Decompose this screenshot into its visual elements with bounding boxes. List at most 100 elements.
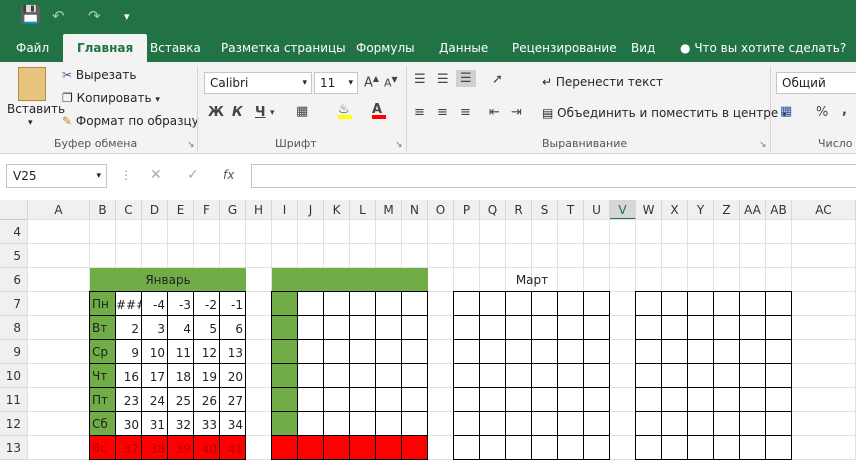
clipboard-launcher-icon[interactable]: ↘ xyxy=(187,140,195,150)
font-name-select[interactable]: Calibri ▾ xyxy=(204,72,312,94)
column-header-o[interactable]: O xyxy=(428,200,454,220)
tab-insert[interactable]: Вставка xyxy=(150,34,201,62)
underline-dropdown-icon[interactable]: ▾ xyxy=(270,108,275,118)
column-header-e[interactable]: E xyxy=(168,200,194,220)
row-header-11[interactable]: 11 xyxy=(0,388,28,412)
column-header-m[interactable]: M xyxy=(376,200,402,220)
march-title: Март xyxy=(515,273,549,287)
alignment-launcher-icon[interactable]: ↘ xyxy=(759,140,767,150)
column-header-c[interactable]: C xyxy=(116,200,142,220)
column-header-g[interactable]: G xyxy=(220,200,246,220)
increase-indent-icon[interactable]: ⇥ xyxy=(511,105,522,120)
bold-button[interactable]: Ж xyxy=(208,105,224,120)
tab-formulas[interactable]: Формулы xyxy=(356,34,415,62)
enter-icon[interactable]: ✓ xyxy=(187,167,199,183)
align-left-icon[interactable]: ≡ xyxy=(414,105,425,120)
italic-button[interactable]: К xyxy=(232,105,243,120)
row-header-6[interactable]: 6 xyxy=(0,268,28,292)
row-header-9[interactable]: 9 xyxy=(0,340,28,364)
copy-button[interactable]: ❐ Копировать ▾ xyxy=(62,91,160,105)
column-header-f[interactable]: F xyxy=(194,200,220,220)
column-header-w[interactable]: W xyxy=(636,200,662,220)
column-header-z[interactable]: Z xyxy=(714,200,740,220)
fill-color-icon[interactable]: ♨ xyxy=(338,102,352,119)
wrap-text-button[interactable]: ↵ Перенести текст xyxy=(542,75,663,89)
column-header-j[interactable]: J xyxy=(298,200,324,220)
align-center-icon[interactable]: ≡ xyxy=(437,105,448,120)
font-size-select[interactable]: 11 ▾ xyxy=(314,72,358,94)
row-header-5[interactable]: 5 xyxy=(0,244,28,268)
cut-button[interactable]: ✂ Вырезать xyxy=(62,68,136,82)
tab-view[interactable]: Вид xyxy=(631,34,655,62)
column-header-h[interactable]: H xyxy=(246,200,272,220)
separator xyxy=(770,66,771,152)
align-right-icon[interactable]: ≡ xyxy=(460,105,471,120)
table-border-h xyxy=(453,435,610,436)
column-header-x[interactable]: X xyxy=(662,200,688,220)
font-launcher-icon[interactable]: ↘ xyxy=(395,140,403,150)
align-top-icon[interactable]: ☰ xyxy=(414,72,426,87)
tab-data[interactable]: Данные xyxy=(439,34,488,62)
worksheet-grid[interactable]: A B C D E F G H I J K L M N O P Q R S T U V W X Y Z AA AB AC 4567891… xyxy=(0,200,856,460)
borders-icon[interactable]: ▦ xyxy=(296,104,308,119)
row-header-10[interactable]: 10 xyxy=(0,364,28,388)
percent-button[interactable]: % xyxy=(816,105,828,120)
column-header-a[interactable]: A xyxy=(28,200,90,220)
row-header-8[interactable]: 8 xyxy=(0,316,28,340)
align-middle-icon[interactable]: ☰ xyxy=(437,72,449,87)
tab-review[interactable]: Рецензирование xyxy=(512,34,617,62)
column-header-y[interactable]: Y xyxy=(688,200,714,220)
redo-icon[interactable]: ↷ xyxy=(88,7,101,25)
row-header-4[interactable]: 4 xyxy=(0,220,28,244)
column-header-s[interactable]: S xyxy=(532,200,558,220)
cancel-icon[interactable]: ✕ xyxy=(150,167,162,183)
currency-icon[interactable]: ▦ xyxy=(780,104,792,119)
column-header-p[interactable]: P xyxy=(454,200,480,220)
row-header-12[interactable]: 12 xyxy=(0,412,28,436)
column-header-d[interactable]: D xyxy=(142,200,168,220)
formula-input[interactable] xyxy=(251,164,856,188)
increase-font-icon[interactable]: A▲ xyxy=(364,74,379,90)
orientation-icon[interactable]: ➚ xyxy=(492,72,503,87)
paste-dropdown-icon[interactable]: ▾ xyxy=(28,118,33,128)
underline-button[interactable]: Ч xyxy=(255,105,266,120)
tab-file[interactable]: Файл xyxy=(16,34,49,62)
column-header-t[interactable]: T xyxy=(558,200,584,220)
insert-function-button[interactable]: fx xyxy=(223,168,234,182)
column-header-ab[interactable]: AB xyxy=(766,200,792,220)
january-day-cell: 12 xyxy=(201,346,217,360)
row-header-13[interactable]: 13 xyxy=(0,436,28,460)
column-header-k[interactable]: K xyxy=(324,200,350,220)
format-painter-button[interactable]: ✎ Формат по образцу xyxy=(62,114,199,128)
january-day-cell: -2 xyxy=(205,298,217,312)
column-header-aa[interactable]: AA xyxy=(740,200,766,220)
column-header-i[interactable]: I xyxy=(272,200,298,220)
customize-icon[interactable]: ▾ xyxy=(124,10,130,23)
column-header-ac[interactable]: AC xyxy=(792,200,856,220)
paste-button[interactable]: Вставить xyxy=(7,102,65,116)
undo-icon[interactable]: ↶ xyxy=(52,7,65,25)
tell-me-search[interactable]: ● Что вы хотите сделать? xyxy=(680,34,846,62)
row-header-7[interactable]: 7 xyxy=(0,292,28,316)
column-header-v[interactable]: V xyxy=(610,200,636,220)
column-header-l[interactable]: L xyxy=(350,200,376,220)
font-color-icon[interactable]: A xyxy=(372,102,386,119)
number-format-select[interactable]: Общий xyxy=(776,72,856,94)
column-header-r[interactable]: R xyxy=(506,200,532,220)
table-border-h xyxy=(271,291,428,292)
column-header-q[interactable]: Q xyxy=(480,200,506,220)
name-box[interactable]: V25 ▾ xyxy=(6,164,107,188)
decrease-font-icon[interactable]: A▼ xyxy=(384,75,398,90)
decrease-indent-icon[interactable]: ⇤ xyxy=(489,105,500,120)
column-header-n[interactable]: N xyxy=(402,200,428,220)
save-icon[interactable]: 💾 xyxy=(20,5,41,25)
gridline-h xyxy=(28,243,856,244)
merge-center-button[interactable]: ▤ Объединить и поместить в центре ▾ xyxy=(542,106,787,120)
align-bottom-icon[interactable]: ☰ xyxy=(456,70,476,87)
column-header-u[interactable]: U xyxy=(584,200,610,220)
column-header-b[interactable]: B xyxy=(90,200,116,220)
tab-page-layout[interactable]: Разметка страницы xyxy=(221,34,346,62)
tab-home[interactable]: Главная xyxy=(63,34,148,62)
comma-icon[interactable]: , xyxy=(842,103,847,118)
january-day-cell: 39 xyxy=(175,442,191,456)
